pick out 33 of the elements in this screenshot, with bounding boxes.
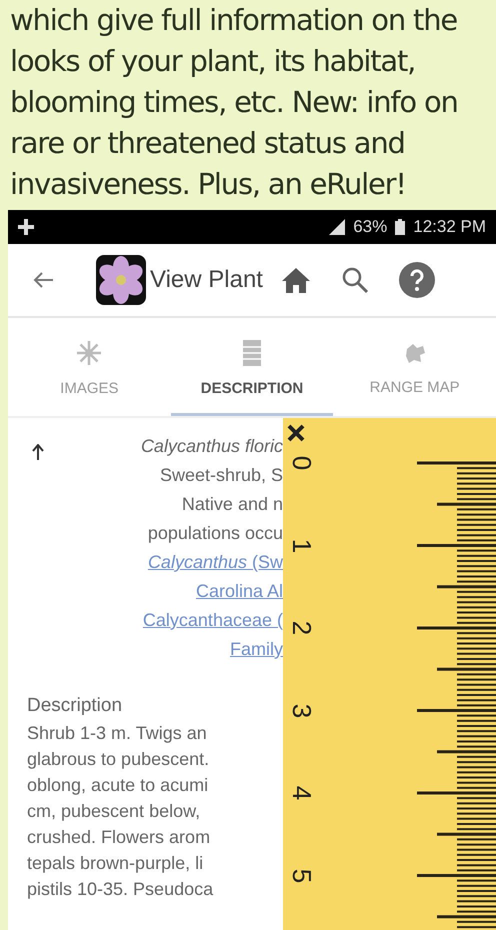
- up-arrow-icon[interactable]: [32, 444, 44, 460]
- ruler-number: 1: [289, 537, 315, 555]
- screen-title: View Plant: [150, 266, 263, 294]
- description-text: Shrub 1-3 m. Twigs an: [27, 722, 208, 745]
- description-text: glabrous to pubescent.: [27, 748, 210, 771]
- battery-percent: 63%: [353, 217, 388, 237]
- taxon-link[interactable]: Family: [230, 635, 283, 664]
- summary-text: populations occu: [148, 522, 283, 545]
- ruler-number: 4: [289, 784, 315, 802]
- summary-text: Calycanthus floric: [140, 435, 283, 458]
- ruler-number: 3: [289, 702, 315, 720]
- taxon-link[interactable]: Calycanthus (Sw: [148, 548, 283, 577]
- section-heading: Description: [27, 694, 124, 718]
- cross-icon: [18, 219, 34, 235]
- clock-time: 12:32 PM: [413, 217, 486, 237]
- description-text: cm, pubescent below,: [27, 800, 202, 823]
- taxon-link[interactable]: Calycanthaceae (: [142, 606, 283, 635]
- description-text: oblong, acute to acumi: [27, 774, 210, 797]
- promo-caption: which give full information on the looks of your plant, its habitat, blooming times, etc. New: info on rare or threatened status and invasiveness. Plus, an eRuler!: [9, 2, 459, 203]
- ruler-number: 5: [289, 867, 315, 885]
- list-icon: [243, 340, 261, 366]
- summary-text: Sweet-shrub, S: [160, 464, 283, 487]
- signal-icon: [329, 219, 346, 235]
- summary-text: Native and n: [182, 493, 283, 516]
- sparkle-icon: [76, 340, 102, 366]
- battery-icon: [395, 219, 406, 235]
- flower-app-icon: [96, 255, 146, 305]
- ruler-number: 2: [289, 620, 315, 638]
- description-text: tepals brown-purple, li: [27, 852, 204, 875]
- ruler-number: 0: [289, 454, 315, 472]
- taxon-link[interactable]: Carolina Al: [196, 577, 283, 606]
- description-text: crushed. Flowers arom: [27, 826, 212, 849]
- description-text: pistils 10-35. Pseudoca: [27, 878, 214, 901]
